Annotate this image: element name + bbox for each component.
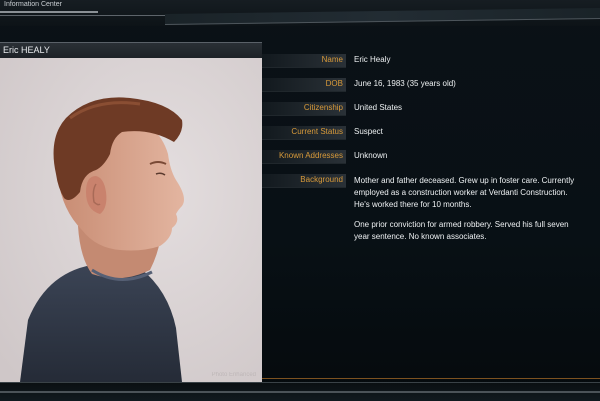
field-label: Citizenship	[303, 103, 343, 112]
mugshot-photo: Photo Enhanced	[0, 58, 262, 382]
top-divider-thin	[0, 15, 165, 16]
field-label-box: Name	[262, 54, 346, 68]
screen: Information Center Eric HEALY Photo Enha…	[0, 0, 600, 401]
panel-divider	[262, 378, 600, 379]
field-label-box: Current Status	[262, 126, 346, 140]
field-label-box: Known Addresses	[262, 150, 346, 164]
profile-header-name: Eric HEALY	[3, 45, 50, 55]
profile-info: Name Eric Healy DOB June 16, 1983 (35 ye…	[262, 50, 600, 380]
field-label-box: Citizenship	[262, 102, 346, 116]
top-bar: Information Center	[0, 0, 600, 26]
field-value-citizenship: United States	[354, 103, 403, 112]
background-paragraph: One prior conviction for armed robbery. …	[354, 220, 569, 241]
top-band	[165, 7, 600, 26]
field-value-dob: June 16, 1983 (35 years old)	[354, 79, 456, 88]
photo-watermark: Photo Enhanced	[211, 372, 256, 378]
app-title: Information Center	[4, 1, 62, 8]
field-label: Known Addresses	[278, 151, 343, 160]
bottom-strip	[0, 382, 600, 401]
top-divider	[0, 11, 98, 13]
profile-photo-panel: Eric HEALY Photo Enhanced	[0, 42, 262, 382]
field-label-box: Background	[262, 174, 346, 188]
field-value-status: Suspect	[354, 127, 383, 136]
field-label: DOB	[325, 79, 343, 88]
suspect-profile-image	[0, 58, 262, 382]
field-label: Background	[300, 175, 343, 184]
field-label: Current Status	[291, 127, 343, 136]
profile-header: Eric HEALY	[0, 42, 262, 59]
field-label-box: DOB	[262, 78, 346, 92]
field-value-addresses: Unknown	[354, 151, 388, 160]
field-value-background: Mother and father deceased. Grew up in f…	[354, 175, 579, 251]
field-value-name: Eric Healy	[354, 55, 391, 64]
field-label: Name	[321, 55, 343, 64]
background-paragraph: Mother and father deceased. Grew up in f…	[354, 176, 575, 209]
